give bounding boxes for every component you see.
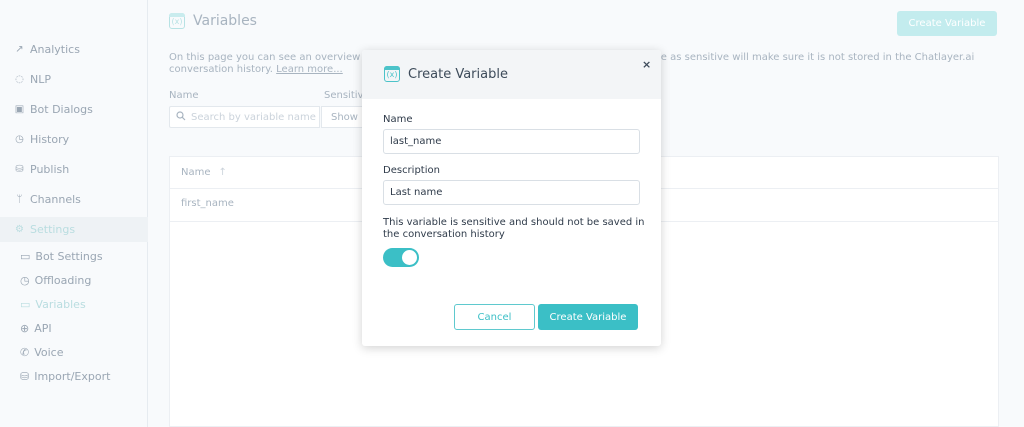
sidebar-item-analytics[interactable]: ↗ Analytics [14,43,80,56]
sidebar-subitem-label: Offloading [34,274,92,287]
sidebar-subitem-variables[interactable]: ▭ Variables [20,298,86,311]
sort-icon: ↑ [218,167,227,178]
table-row[interactable]: first_name [181,198,234,209]
sidebar-item-label: Channels [30,193,81,206]
sidebar-item-publish[interactable]: ⛁ Publish [14,163,69,176]
sidebar-item-settings[interactable]: ⚙ Settings [14,223,75,236]
bot-settings-icon: ▭ [20,250,31,263]
sensitive-filter-select[interactable]: Show [321,106,366,128]
sidebar: ↗ Analytics ◌ NLP ▣ Bot Dialogs ◷ Histor… [0,0,148,427]
create-variable-button[interactable]: Create Variable [897,11,997,36]
variables-icon: ▭ [20,298,31,311]
search-icon [176,110,186,124]
globe-icon: ⊕ [20,322,30,335]
name-label: Name [383,114,413,125]
chart-line-icon: ↗ [15,44,24,55]
sensitive-description: This variable is sensitive and should no… [383,217,645,240]
description-field[interactable] [383,180,640,205]
clock-icon: ◷ [15,134,24,145]
dialog-icon: ▣ [14,104,25,115]
sidebar-subitem-label: Variables [35,298,86,311]
sidebar-item-label: Publish [30,163,70,176]
sidebar-subitem-offloading[interactable]: ◷ Offloading [20,274,91,287]
sidebar-item-nlp[interactable]: ◌ NLP [14,73,51,86]
offloading-icon: ◷ [20,274,30,287]
sidebar-item-label: History [30,133,70,146]
learn-more-link[interactable]: Learn more... [276,64,343,75]
filter-sensitive-label: Sensitiv [324,90,364,101]
page-description-right: le as sensitive will make sure it is not… [658,52,975,63]
modal-title-text: Create Variable [408,66,508,82]
table-header-label: Name [181,167,211,178]
sidebar-item-history[interactable]: ◷ History [14,133,69,146]
sidebar-subitem-label: Voice [34,346,64,359]
description-label: Description [383,165,440,176]
sidebar-item-label: NLP [30,73,51,86]
sidebar-subitem-bot-settings[interactable]: ▭ Bot Settings [20,250,103,263]
publish-icon: ⛁ [15,164,24,175]
sidebar-item-label: Settings [30,223,76,236]
modal-title: (x) Create Variable [384,66,508,82]
gear-icon: ⚙ [15,224,24,235]
cancel-button[interactable]: Cancel [454,304,535,330]
sidebar-item-label: Analytics [30,43,80,56]
filter-name-label: Name [169,90,199,101]
sidebar-subitem-voice[interactable]: ✆ Voice [20,346,64,359]
sidebar-subitem-label: Bot Settings [35,250,103,263]
sidebar-subitem-import-export[interactable]: ⛁ Import/Export [20,370,110,383]
sidebar-item-label: Bot Dialogs [30,103,93,116]
create-variable-submit-button[interactable]: Create Variable [538,304,638,330]
voice-icon: ✆ [20,346,30,359]
page-title-text: Variables [193,13,257,29]
chat-icon: ◌ [15,74,24,85]
variable-icon: (x) [169,13,185,29]
description-line-1: On this page you can see an overview [169,52,361,63]
sensitive-toggle[interactable] [383,248,419,267]
create-variable-modal: (x) Create Variable × Name Description T… [362,50,661,346]
table-header-name[interactable]: Name ↑ [181,167,227,178]
toggle-knob [402,250,417,265]
search-placeholder: Search by variable name [191,111,316,123]
description-line-2: conversation history. Learn more... [169,64,369,76]
page-description: On this page you can see an overview con… [169,52,369,76]
description-text: conversation history. [169,64,273,75]
search-input[interactable]: Search by variable name [169,106,320,128]
sidebar-item-bot-dialogs[interactable]: ▣ Bot Dialogs [14,103,93,116]
channels-icon: ᛘ [16,194,23,205]
sidebar-item-channels[interactable]: ᛘ Channels [14,193,81,206]
variable-icon: (x) [384,66,400,82]
sidebar-subitem-label: API [34,322,52,335]
sidebar-subitem-api[interactable]: ⊕ API [20,322,52,335]
database-icon: ⛁ [20,370,30,383]
sidebar-subitem-label: Import/Export [34,370,111,383]
close-icon[interactable]: × [642,58,651,71]
page-title: (x) Variables [169,13,257,29]
modal-header: (x) Create Variable × [362,50,661,99]
name-field[interactable] [383,129,640,154]
